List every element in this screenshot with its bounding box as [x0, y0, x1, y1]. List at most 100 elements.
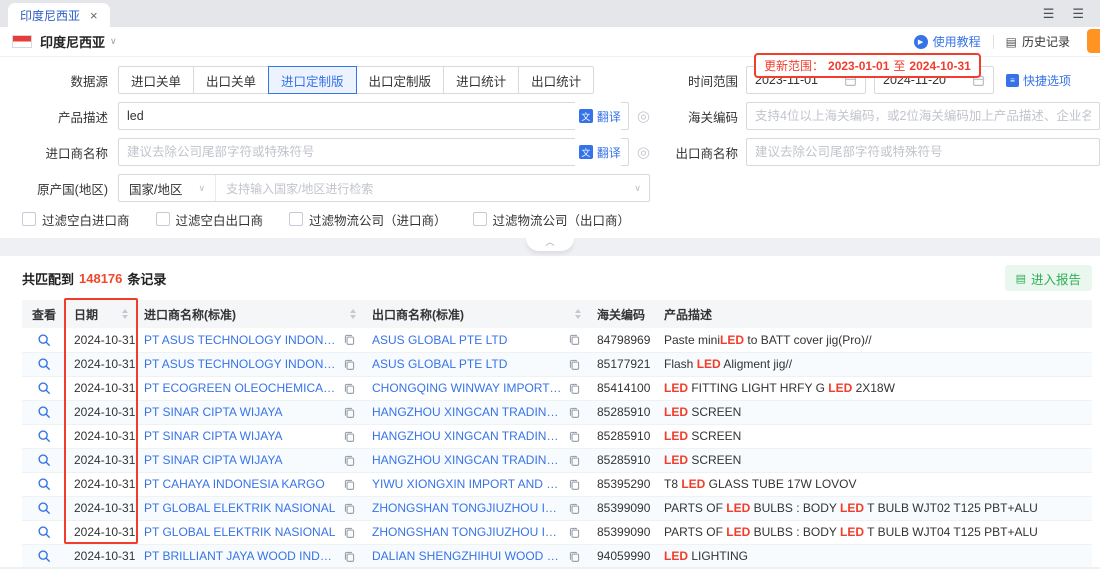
importer-link[interactable]: PT SINAR CIPTA WIJAYA: [144, 429, 337, 443]
chevron-down-icon[interactable]: ∨: [110, 36, 117, 47]
view-detail-button[interactable]: [37, 549, 51, 563]
match-mode-icon[interactable]: ◎: [637, 109, 650, 124]
copy-icon[interactable]: [343, 526, 356, 539]
exporter-link[interactable]: HANGZHOU XINGCAN TRADING CO LTD: [372, 453, 562, 467]
product-desc-cell: PARTS OF LED BULBS : BODY LED T BULB WJT…: [656, 496, 1092, 520]
exporter-link[interactable]: ASUS GLOBAL PTE LTD: [372, 333, 562, 347]
copy-icon[interactable]: [343, 358, 356, 371]
browser-tab[interactable]: 印度尼西亚 ×: [8, 3, 110, 27]
view-detail-button[interactable]: [37, 405, 51, 419]
copy-icon[interactable]: [343, 382, 356, 395]
exporter-link[interactable]: ZHONGSHAN TONGJIUZHOU INTERNA...: [372, 501, 562, 515]
importer-link[interactable]: PT SINAR CIPTA WIJAYA: [144, 453, 337, 467]
importer-link[interactable]: PT ASUS TECHNOLOGY INDONESIA BA...: [144, 333, 337, 347]
importer-link[interactable]: PT GLOBAL ELEKTRIK NASIONAL: [144, 525, 337, 539]
hs-code-cell: 85399090: [589, 496, 656, 520]
view-detail-button[interactable]: [37, 525, 51, 539]
view-detail-button[interactable]: [37, 429, 51, 443]
exporter-link[interactable]: HANGZHOU XINGCAN TRADING CO LTD: [372, 405, 562, 419]
tab-export-custom-edition[interactable]: 出口定制版: [356, 66, 445, 94]
copy-icon[interactable]: [343, 550, 356, 563]
copy-icon[interactable]: [568, 358, 581, 371]
translate-icon: 文: [579, 109, 593, 123]
copy-icon[interactable]: [568, 382, 581, 395]
importer-link[interactable]: PT GLOBAL ELEKTRIK NASIONAL: [144, 501, 337, 515]
quick-options-link[interactable]: ≡ 快捷选项: [1006, 72, 1071, 89]
tutorial-link[interactable]: ▶ 使用教程: [914, 33, 981, 50]
sort-icon[interactable]: [575, 309, 581, 319]
copy-icon[interactable]: [568, 406, 581, 419]
checkbox-label: 过滤空白出口商: [176, 210, 264, 229]
importer-link[interactable]: PT ASUS TECHNOLOGY INDONESIA BA...: [144, 357, 337, 371]
importer-link[interactable]: PT CAHAYA INDONESIA KARGO: [144, 477, 337, 491]
update-range-annotation: 更新范围： 2023-01-01 至 2024-10-31: [754, 53, 981, 78]
translate-button[interactable]: 文 翻译: [575, 102, 621, 130]
exporter-link[interactable]: DALIAN SHENGZHIHUI WOOD INDUST...: [372, 549, 562, 563]
copy-icon[interactable]: [568, 430, 581, 443]
sort-icon[interactable]: [122, 309, 128, 319]
date-cell: 2024-10-31: [66, 448, 136, 472]
tab-import-declaration[interactable]: 进口关单: [118, 66, 194, 94]
sort-icon[interactable]: [350, 309, 356, 319]
copy-icon[interactable]: [343, 333, 356, 346]
exporter-name-input[interactable]: [746, 138, 1100, 166]
menu-icon[interactable]: ☰: [1043, 6, 1055, 22]
copy-icon[interactable]: [568, 333, 581, 346]
country-selector[interactable]: 印度尼西亚: [40, 32, 105, 51]
copy-icon[interactable]: [343, 502, 356, 515]
menu-icon[interactable]: ☰: [1072, 6, 1084, 22]
importer-link[interactable]: PT SINAR CIPTA WIJAYA: [144, 405, 337, 419]
filter-blank-exporter-checkbox[interactable]: 过滤空白出口商: [156, 210, 264, 229]
importer-name-input[interactable]: [118, 138, 629, 166]
toolbar-actions: ▶ 使用教程 ▤ 历史记录: [914, 33, 1088, 50]
date-cell: 2024-10-31: [66, 496, 136, 520]
checkbox-label: 过滤物流公司（出口商）: [493, 210, 631, 229]
copy-icon[interactable]: [568, 502, 581, 515]
copy-icon[interactable]: [343, 478, 356, 491]
view-detail-button[interactable]: [37, 477, 51, 491]
product-desc-input[interactable]: [118, 102, 629, 130]
copy-icon[interactable]: [568, 526, 581, 539]
col-exporter-header[interactable]: 出口商名称(标准): [364, 300, 589, 328]
filter-logistics-importer-checkbox[interactable]: 过滤物流公司（进口商）: [289, 210, 447, 229]
close-icon[interactable]: ×: [90, 8, 98, 23]
tab-import-custom-edition[interactable]: 进口定制版: [268, 66, 357, 94]
view-detail-button[interactable]: [37, 357, 51, 371]
copy-icon[interactable]: [568, 454, 581, 467]
floating-widget[interactable]: [1087, 29, 1100, 53]
view-detail-button[interactable]: [37, 333, 51, 347]
col-importer-header[interactable]: 进口商名称(标准): [136, 300, 364, 328]
date-cell: 2024-10-31: [66, 400, 136, 424]
view-detail-button[interactable]: [37, 501, 51, 515]
collapse-filter-button[interactable]: ︿: [526, 238, 574, 251]
translate-button[interactable]: 文 翻译: [575, 138, 621, 166]
exporter-link[interactable]: ASUS GLOBAL PTE LTD: [372, 357, 562, 371]
origin-country-select[interactable]: 国家/地区 ∨ 支持输入国家/地区进行检索 ∨: [118, 174, 650, 202]
exporter-link[interactable]: YIWU XIONGXIN IMPORT AND EXPORT...: [372, 477, 562, 491]
exporter-link[interactable]: HANGZHOU XINGCAN TRADING CO LTD: [372, 429, 562, 443]
copy-icon[interactable]: [343, 406, 356, 419]
hs-code-cell: 85285910: [589, 424, 656, 448]
filter-blank-importer-checkbox[interactable]: 过滤空白进口商: [22, 210, 130, 229]
enter-report-button[interactable]: ▤ 进入报告: [1005, 265, 1092, 291]
copy-icon[interactable]: [343, 430, 356, 443]
filter-logistics-exporter-checkbox[interactable]: 过滤物流公司（出口商）: [473, 210, 631, 229]
copy-icon[interactable]: [343, 454, 356, 467]
copy-icon[interactable]: [568, 550, 581, 563]
copy-icon[interactable]: [568, 478, 581, 491]
exporter-link[interactable]: ZHONGSHAN TONGJIUZHOU INTERNA...: [372, 525, 562, 539]
tab-export-declaration[interactable]: 出口关单: [193, 66, 269, 94]
origin-type-select[interactable]: 国家/地区 ∨: [119, 175, 216, 201]
tab-import-statistics[interactable]: 进口统计: [443, 66, 519, 94]
view-detail-button[interactable]: [37, 381, 51, 395]
hs-code-input[interactable]: [746, 102, 1100, 130]
importer-link[interactable]: PT BRILLIANT JAYA WOOD INDUSTRY: [144, 549, 337, 563]
view-detail-button[interactable]: [37, 453, 51, 467]
report-icon: ▤: [1016, 272, 1026, 285]
tab-export-statistics[interactable]: 出口统计: [518, 66, 594, 94]
importer-link[interactable]: PT ECOGREEN OLEOCHEMICALS: [144, 381, 337, 395]
exporter-link[interactable]: CHONGQING WINWAY IMPORT AND E...: [372, 381, 562, 395]
col-date-header[interactable]: 日期: [66, 300, 136, 328]
history-button[interactable]: ▤ 历史记录: [1006, 33, 1070, 50]
match-mode-icon[interactable]: ◎: [637, 145, 650, 160]
